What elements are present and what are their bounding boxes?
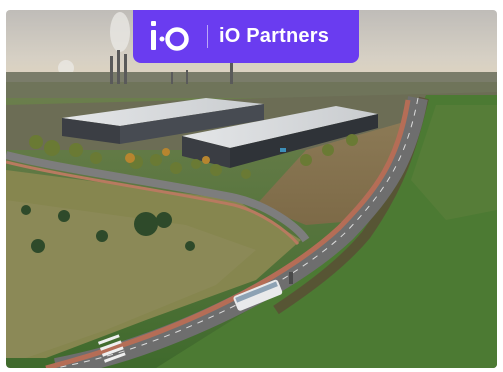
- chimney: [186, 70, 188, 84]
- brand-badge: iO Partners: [133, 10, 359, 63]
- bus-stop: [289, 272, 293, 284]
- io-logo-icon: [151, 21, 189, 51]
- badge-divider: [207, 25, 208, 48]
- chimney: [110, 56, 113, 84]
- chimney: [171, 72, 173, 84]
- chimney: [230, 62, 233, 84]
- smoke-plume: [110, 12, 130, 52]
- chimney: [117, 50, 120, 84]
- chimney: [124, 54, 127, 84]
- brand-name: iO Partners: [219, 25, 330, 47]
- aerial-photo: [6, 10, 497, 368]
